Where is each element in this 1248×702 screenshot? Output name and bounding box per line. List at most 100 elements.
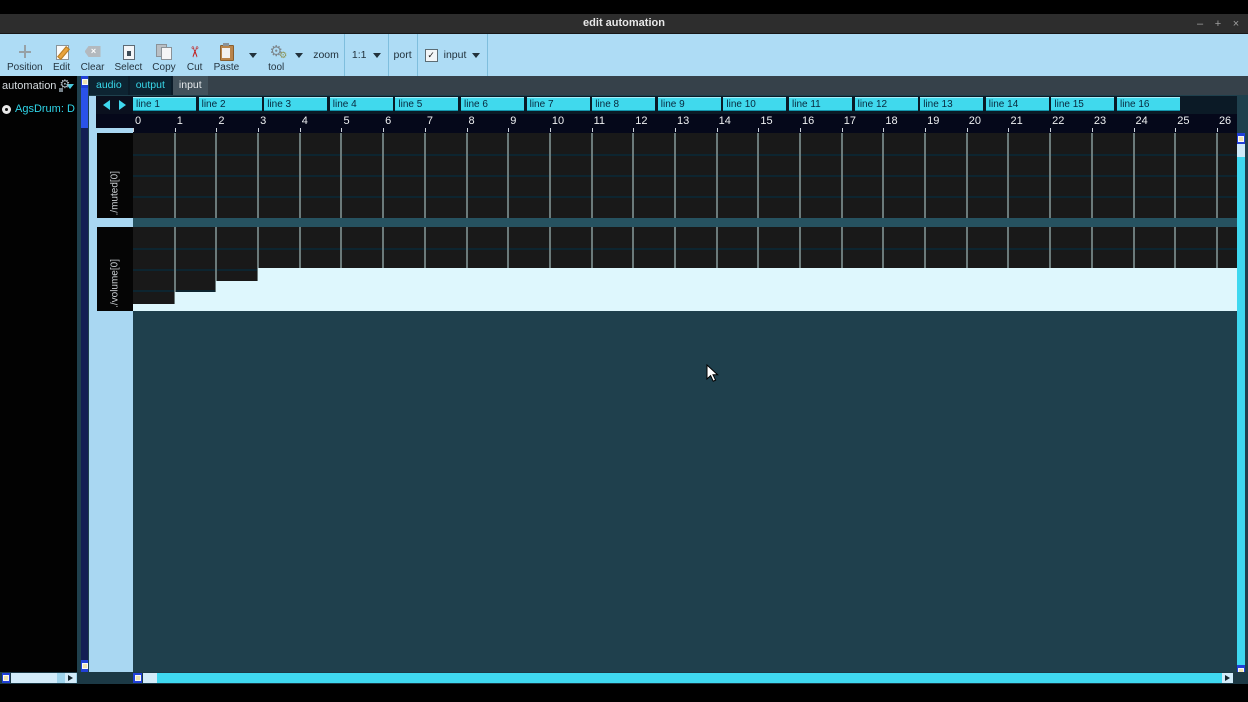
copy-icon: [155, 43, 173, 60]
scroll-up-button[interactable]: [1237, 133, 1245, 144]
machine-list: AgsDrum: Defau: [0, 96, 77, 118]
automation-step[interactable]: [258, 268, 1237, 311]
scrollbar-thumb[interactable]: [81, 88, 88, 128]
ruler-mark: 14: [719, 115, 731, 127]
tab-input[interactable]: input: [173, 76, 208, 95]
input-checkbox[interactable]: [425, 49, 438, 62]
ruler-tick: [925, 128, 926, 132]
sidebar-vertical-scrollbar[interactable]: [81, 76, 88, 672]
line-header[interactable]: line 12: [855, 97, 918, 111]
scrollbar-thumb[interactable]: [1237, 144, 1245, 157]
ruler-mark: 5: [343, 115, 349, 127]
cut-button[interactable]: Cut: [181, 34, 209, 76]
line-header[interactable]: line 15: [1051, 97, 1114, 111]
ruler-mark: 7: [427, 115, 433, 127]
automation-area-volume[interactable]: [133, 227, 1237, 311]
line-header[interactable]: line 4: [330, 97, 393, 111]
arrow-left-icon[interactable]: [103, 100, 110, 110]
grid-line: [1174, 133, 1176, 218]
ruler-mark: 6: [385, 115, 391, 127]
line-header[interactable]: line 16: [1117, 97, 1180, 111]
paste-button[interactable]: Paste: [209, 34, 245, 76]
ruler-tick: [1217, 128, 1218, 132]
line-header[interactable]: line 8: [592, 97, 655, 111]
line-header[interactable]: line 1: [133, 97, 196, 111]
scroll-down-button[interactable]: [81, 660, 88, 672]
grid-line: [1049, 133, 1051, 218]
zoom-label: zoom: [313, 49, 339, 61]
line-header[interactable]: line 10: [723, 97, 786, 111]
select-button[interactable]: Select: [109, 34, 147, 76]
ruler-tick: [425, 128, 426, 132]
grid-line: [382, 133, 384, 218]
grid-line: [799, 133, 801, 218]
sidebar-header: automation: [0, 76, 77, 96]
notebook-tab-strip: audiooutputinput: [89, 76, 1248, 95]
select-icon: [119, 43, 137, 60]
tab-audio[interactable]: audio: [90, 76, 128, 95]
tab-output[interactable]: output: [130, 76, 171, 95]
ruler-mark: 1: [177, 115, 183, 127]
line-header[interactable]: line 9: [658, 97, 721, 111]
ruler-mark: 16: [802, 115, 814, 127]
minimize-button[interactable]: –: [1194, 18, 1206, 30]
port-option-label: input: [444, 49, 467, 61]
line-header[interactable]: line 14: [986, 97, 1049, 111]
line-header[interactable]: line 6: [461, 97, 524, 111]
arrow-right-icon[interactable]: [119, 100, 126, 110]
editor-vertical-scrollbar[interactable]: [1237, 133, 1245, 676]
timeline-nav: [96, 96, 133, 114]
sidebar-header-label: automation: [2, 80, 56, 92]
line-header[interactable]: line 13: [920, 97, 983, 111]
automation-step[interactable]: [175, 292, 217, 311]
ruler-tick: [1008, 128, 1009, 132]
line-header[interactable]: line 11: [789, 97, 852, 111]
tool-button-label: tool: [268, 62, 284, 73]
ruler-mark: 8: [469, 115, 475, 127]
ruler-tick: [842, 128, 843, 132]
machine-radio-item[interactable]: AgsDrum: Defau: [0, 100, 77, 118]
automation-area-muted[interactable]: [133, 133, 1237, 218]
scroll-right-button[interactable]: [1222, 673, 1233, 683]
radio-button[interactable]: [2, 105, 11, 114]
ruler-tick: [1050, 128, 1051, 132]
line-header[interactable]: line 3: [264, 97, 327, 111]
grid-line: [1216, 133, 1218, 218]
ruler-mark: 12: [635, 115, 647, 127]
position-icon: [16, 43, 34, 60]
scrollbar-thumb[interactable]: [11, 673, 57, 683]
maximize-button[interactable]: +: [1212, 18, 1224, 30]
ruler-mark: 10: [552, 115, 564, 127]
line-header[interactable]: line 5: [395, 97, 458, 111]
clear-button[interactable]: Clear: [76, 34, 110, 76]
ruler-mark: 26: [1219, 115, 1231, 127]
sidebar-scroll-button[interactable]: [2, 673, 10, 683]
scroll-up-button[interactable]: [81, 76, 88, 88]
paste-dropdown-icon[interactable]: [249, 53, 257, 58]
automation-step[interactable]: [216, 281, 258, 311]
scroll-right-button[interactable]: [65, 673, 76, 683]
editor-horizontal-scrollbar[interactable]: [157, 673, 1222, 683]
ruler-tick: [633, 128, 634, 132]
close-button[interactable]: ×: [1230, 18, 1242, 30]
port-select[interactable]: input: [417, 34, 489, 76]
line-header[interactable]: line 7: [527, 97, 590, 111]
scrollbar-thumb[interactable]: [143, 673, 157, 683]
tabs: audiooutputinput: [90, 76, 208, 95]
editor-scroll-button[interactable]: [133, 673, 142, 683]
zoom-select[interactable]: 1:1: [344, 34, 389, 76]
edit-icon: [53, 43, 71, 60]
line-header[interactable]: line 2: [199, 97, 262, 111]
tool-dropdown-icon[interactable]: [295, 53, 303, 58]
copy-button[interactable]: Copy: [147, 34, 180, 76]
ruler-tick: [800, 128, 801, 132]
edit-button[interactable]: Edit: [48, 34, 76, 76]
grid-line: [591, 133, 593, 218]
position-button[interactable]: Position: [2, 34, 48, 76]
copy-button-label: Copy: [152, 62, 175, 73]
automation-step[interactable]: [133, 304, 175, 311]
toolbar: PositionEditClearSelect Copy CutPaste tool…: [0, 34, 1248, 76]
grid-line: [549, 133, 551, 218]
tool-button[interactable]: tool: [262, 34, 290, 76]
ruler-tick: [758, 128, 759, 132]
